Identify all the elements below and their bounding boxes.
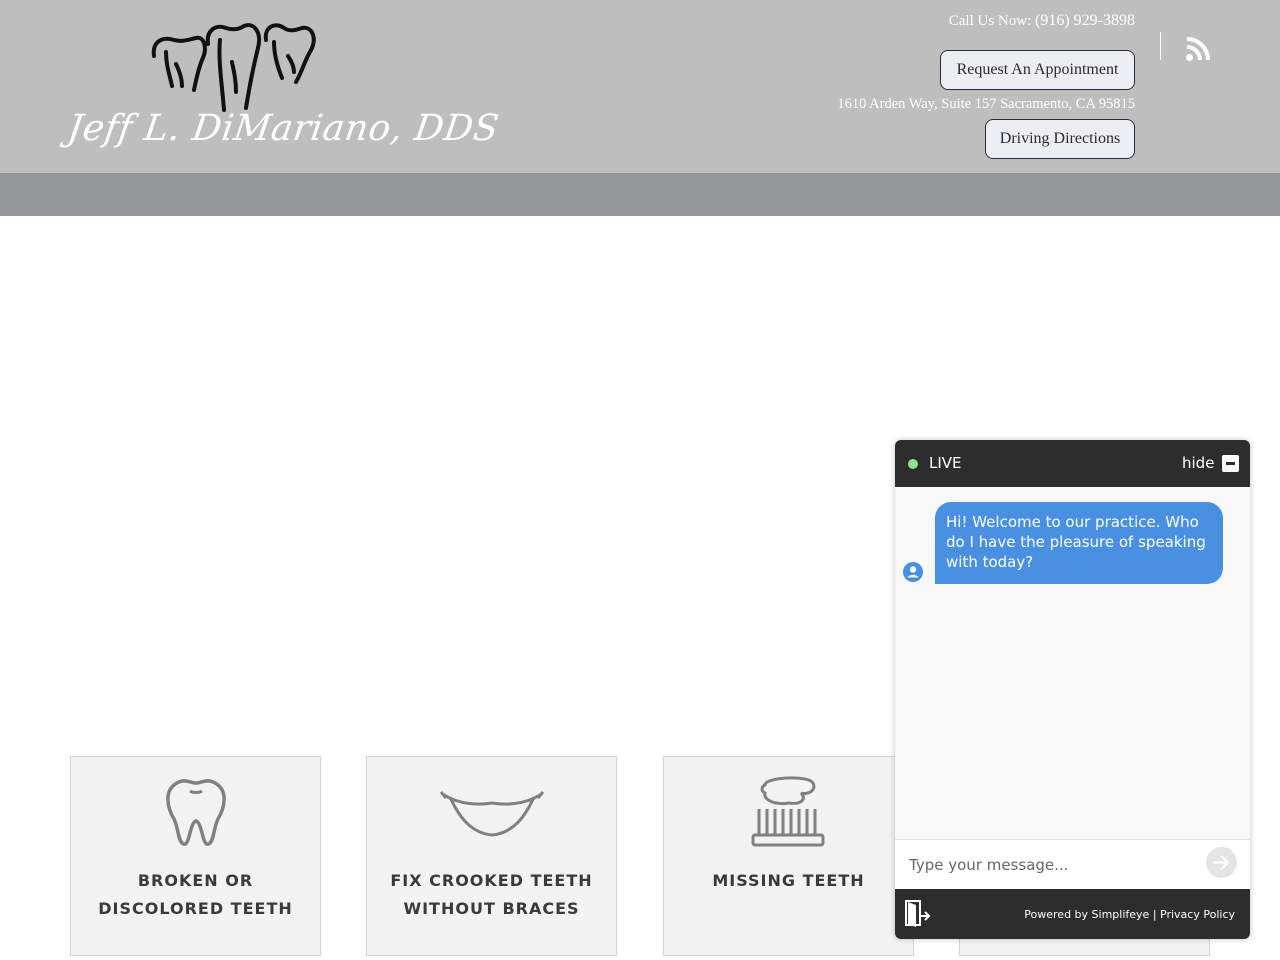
toothbrush-icon	[751, 776, 824, 847]
minimize-icon[interactable]	[1222, 455, 1239, 472]
nav-bar	[0, 173, 1280, 216]
message-input[interactable]	[907, 850, 1191, 880]
call-us: Call Us Now: (916) 929-3898	[949, 12, 1135, 30]
service-card-crooked-teeth[interactable]: FIX CROOKED TEETH WITHOUT BRACES	[366, 756, 617, 956]
site-header: Jeff L. DiMariano, DDS Call Us Now: (916…	[0, 0, 1280, 173]
live-status: LIVE	[929, 454, 962, 472]
hide-chat-button[interactable]: hide	[1182, 454, 1214, 472]
tooth-icon	[165, 779, 226, 846]
chat-input-area	[895, 839, 1250, 889]
teeth-logo-icon	[151, 23, 316, 112]
service-title: FIX CROOKED TEETH WITHOUT BRACES	[390, 871, 593, 918]
practice-name: Jeff L. DiMariano, DDS	[65, 108, 502, 149]
privacy-policy-link[interactable]: Privacy Policy	[1160, 908, 1235, 921]
service-title: BROKEN OR DISCOLORED TEETH	[98, 871, 293, 918]
welcome-message: Hi! Welcome to our practice. Who do I ha…	[935, 502, 1223, 584]
call-label: Call Us Now:	[948, 13, 1032, 29]
request-appointment-button[interactable]: Request An Appointment	[940, 50, 1135, 90]
exit-door-icon[interactable]	[905, 900, 931, 928]
phone-link[interactable]: (916) 929-3898	[1035, 12, 1135, 29]
service-card-broken-teeth[interactable]: BROKEN OR DISCOLORED TEETH	[70, 756, 321, 956]
chat-header: LIVE hide	[895, 440, 1250, 487]
rss-icon[interactable]	[1185, 36, 1211, 62]
smile-icon	[439, 791, 544, 837]
send-icon[interactable]	[1206, 847, 1237, 878]
divider	[1160, 32, 1161, 60]
driving-directions-button[interactable]: Driving Directions	[985, 119, 1135, 159]
agent-avatar-icon	[903, 562, 923, 582]
chat-footer: Powered by Simplifeye | Privacy Policy	[895, 889, 1250, 939]
address: 1610 Arden Way, Suite 157 Sacramento, CA…	[837, 96, 1135, 112]
logo[interactable]: Jeff L. DiMariano, DDS	[65, 22, 502, 162]
service-title: MISSING TEETH	[712, 871, 865, 890]
live-indicator-icon	[908, 459, 918, 469]
chat-widget: LIVE hide Hi! Welcome to our practice. W…	[895, 440, 1250, 939]
powered-by-link[interactable]: Powered by Simplifeye	[1024, 908, 1149, 921]
footer-separator: |	[1152, 908, 1157, 921]
powered-by: Powered by Simplifeye | Privacy Policy	[1024, 908, 1235, 921]
service-card-missing-teeth[interactable]: MISSING TEETH	[663, 756, 914, 956]
